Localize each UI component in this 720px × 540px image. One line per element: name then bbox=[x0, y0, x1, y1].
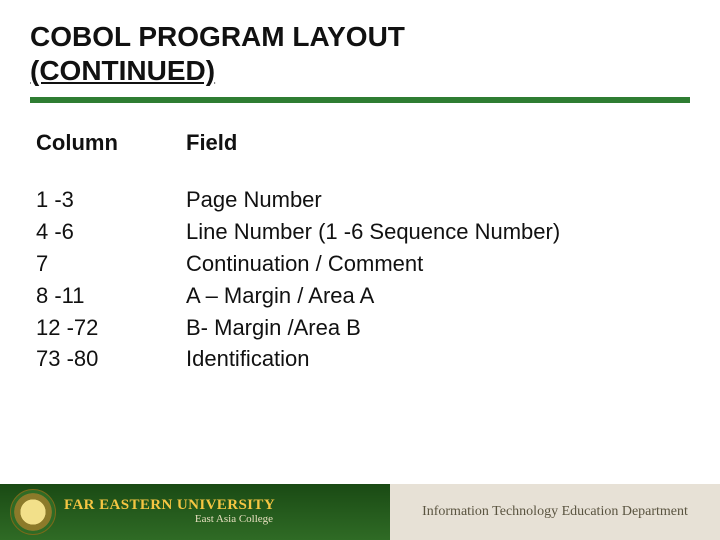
title-line-1: COBOL PROGRAM LAYOUT bbox=[30, 21, 405, 52]
university-seal-icon bbox=[10, 489, 56, 535]
college-name: East Asia College bbox=[64, 514, 275, 526]
slide-title: COBOL PROGRAM LAYOUT (CONTINUED) bbox=[30, 20, 405, 87]
university-name: FAR EASTERN UNIVERSITY bbox=[64, 498, 275, 514]
slide: COBOL PROGRAM LAYOUT (CONTINUED) Column … bbox=[0, 0, 720, 540]
field-values: Page Number Line Number (1 -6 Sequence N… bbox=[186, 184, 666, 375]
header-column: Column bbox=[36, 130, 186, 156]
column-values: 1 -3 4 -6 7 8 -11 12 -72 73 -80 bbox=[36, 184, 186, 375]
table-body: 1 -3 4 -6 7 8 -11 12 -72 73 -80 Page Num… bbox=[36, 184, 666, 375]
title-line-2: (CONTINUED) bbox=[30, 55, 215, 86]
department-name: Information Technology Education Departm… bbox=[422, 504, 688, 520]
footer-right: Information Technology Education Departm… bbox=[390, 484, 720, 540]
title-underline-bar bbox=[30, 97, 690, 103]
table-header-row: Column Field bbox=[36, 130, 666, 156]
header-field: Field bbox=[186, 130, 666, 156]
university-name-block: FAR EASTERN UNIVERSITY East Asia College bbox=[64, 498, 275, 525]
layout-table: Column Field 1 -3 4 -6 7 8 -11 12 -72 73… bbox=[36, 130, 666, 375]
footer-left: FAR EASTERN UNIVERSITY East Asia College bbox=[0, 484, 400, 540]
